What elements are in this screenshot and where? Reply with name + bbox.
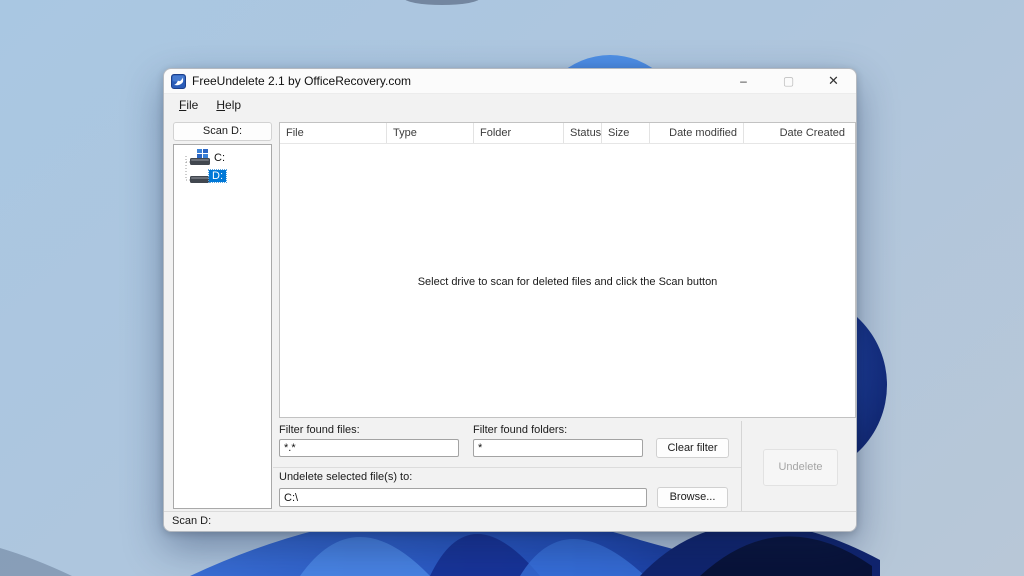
column-header-status[interactable]: Status bbox=[564, 123, 602, 143]
column-header-date-modified[interactable]: Date modified bbox=[650, 123, 744, 143]
empty-state-message: Select drive to scan for deleted files a… bbox=[280, 276, 855, 288]
status-bar: Scan D: bbox=[164, 511, 856, 531]
computer-icon bbox=[197, 149, 208, 158]
filter-folders-input[interactable] bbox=[473, 439, 643, 457]
undelete-button[interactable]: Undelete bbox=[763, 449, 838, 486]
drive-icon-c bbox=[190, 158, 210, 165]
window-controls: – ▢ ✕ bbox=[721, 69, 856, 93]
column-header-size[interactable]: Size bbox=[602, 123, 650, 143]
minimize-button[interactable]: – bbox=[721, 69, 766, 93]
table-body: Select drive to scan for deleted files a… bbox=[280, 144, 855, 417]
maximize-icon: ▢ bbox=[783, 74, 794, 88]
menu-item-help[interactable]: Help bbox=[209, 97, 248, 114]
app-logo-icon bbox=[171, 74, 186, 89]
browse-button[interactable]: Browse... bbox=[657, 487, 728, 508]
column-header-date-created[interactable]: Date Created bbox=[744, 123, 851, 143]
tree-item-drive-c[interactable]: C: bbox=[211, 152, 228, 164]
vertical-divider bbox=[741, 421, 742, 511]
column-header-file[interactable]: File bbox=[280, 123, 387, 143]
menu-item-file[interactable]: File bbox=[172, 97, 205, 114]
window-title: FreeUndelete 2.1 by OfficeRecovery.com bbox=[192, 74, 411, 88]
column-header-type[interactable]: Type bbox=[387, 123, 474, 143]
menubar: File Help bbox=[164, 95, 856, 115]
close-icon: ✕ bbox=[828, 73, 839, 89]
horizontal-divider bbox=[273, 467, 741, 468]
freeundelete-window: FreeUndelete 2.1 by OfficeRecovery.com –… bbox=[163, 68, 857, 532]
titlebar: FreeUndelete 2.1 by OfficeRecovery.com –… bbox=[164, 69, 856, 94]
drive-icon-d bbox=[190, 176, 210, 183]
restore-destination-label: Undelete selected file(s) to: bbox=[279, 471, 412, 483]
status-text: Scan D: bbox=[172, 515, 211, 527]
scan-drive-button[interactable]: Scan D: bbox=[173, 122, 272, 141]
drive-tree-panel: C: D: bbox=[173, 144, 272, 509]
results-table: File Type Folder Status Size Date modifi… bbox=[279, 122, 856, 418]
desktop: FreeUndelete 2.1 by OfficeRecovery.com –… bbox=[0, 0, 1024, 576]
close-button[interactable]: ✕ bbox=[811, 69, 856, 93]
column-header-folder[interactable]: Folder bbox=[474, 123, 564, 143]
filter-files-label: Filter found files: bbox=[279, 424, 360, 436]
maximize-button[interactable]: ▢ bbox=[766, 69, 811, 93]
filter-files-input[interactable] bbox=[279, 439, 459, 457]
clear-filter-button[interactable]: Clear filter bbox=[656, 438, 729, 458]
tree-item-drive-d[interactable]: D: bbox=[209, 170, 226, 182]
minimize-icon: – bbox=[740, 74, 747, 88]
filter-folders-label: Filter found folders: bbox=[473, 424, 567, 436]
restore-path-input[interactable] bbox=[279, 488, 647, 507]
table-header: File Type Folder Status Size Date modifi… bbox=[280, 123, 855, 144]
